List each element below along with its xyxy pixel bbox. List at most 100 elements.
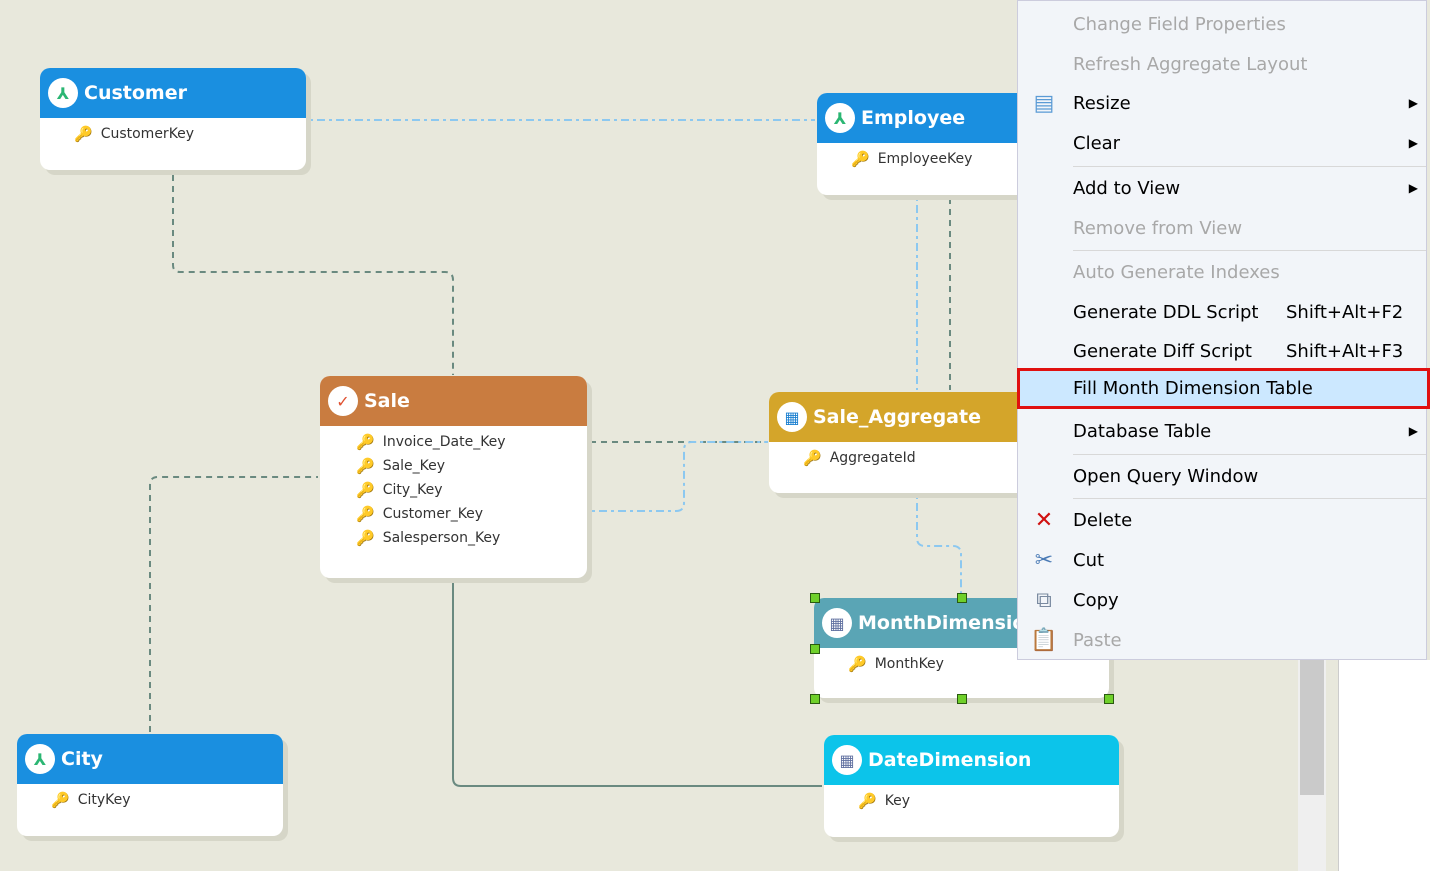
menu-label: Generate Diff Script (1073, 340, 1252, 362)
table-title: DateDimension (868, 749, 1032, 771)
resize-icon: ▤ (1033, 90, 1055, 116)
table-title: Customer (84, 82, 187, 104)
paste-icon: 📋 (1030, 627, 1058, 653)
field: EmployeeKey (877, 151, 973, 167)
foreign-key-icon: 🔑 (356, 505, 375, 523)
table-customer[interactable]: ⅄ Customer 🔑 CustomerKey (40, 68, 306, 170)
table-sale-aggregate[interactable]: ▦ Sale_Aggregate 🔑 AggregateId (769, 392, 1059, 493)
table-title: City (61, 748, 103, 770)
field: City_Key (382, 482, 443, 498)
resize-handle[interactable] (810, 593, 820, 603)
menu-shortcut: Shift+Alt+F3 (1286, 340, 1404, 362)
resize-handle[interactable] (810, 694, 820, 704)
cut-icon: ✂ (1034, 547, 1054, 573)
menu-label: Paste (1073, 629, 1122, 651)
key-icon: 🔑 (356, 433, 375, 451)
fact-icon: ✓ (328, 386, 358, 416)
connector-aggregate-month (916, 496, 962, 596)
menu-item-delete[interactable]: ✕ Delete (1018, 501, 1426, 539)
menu-label: Clear (1073, 132, 1121, 154)
menu-item-remove-from-view[interactable]: Remove from View (1018, 209, 1426, 247)
menu-separator (1073, 250, 1426, 251)
delete-icon: ✕ (1034, 507, 1054, 533)
submenu-arrow-icon: ▶ (1408, 424, 1418, 438)
field: Key (884, 793, 911, 809)
dimension-icon: ⅄ (825, 103, 855, 133)
key-icon: 🔑 (848, 655, 867, 673)
menu-label: Auto Generate Indexes (1073, 261, 1280, 283)
menu-separator (1073, 166, 1426, 167)
aggregate-icon: ▦ (777, 402, 807, 432)
menu-label: Copy (1073, 589, 1119, 611)
submenu-arrow-icon: ▶ (1408, 96, 1418, 110)
menu-label: Generate DDL Script (1073, 301, 1259, 323)
field: CityKey (77, 792, 131, 808)
copy-icon: ⧉ (1036, 587, 1052, 613)
menu-label: Cut (1073, 549, 1105, 571)
menu-label: Database Table (1073, 420, 1212, 442)
key-icon: 🔑 (858, 792, 877, 810)
menu-label: Remove from View (1073, 217, 1243, 239)
resize-handle[interactable] (957, 694, 967, 704)
menu-item-fill-month-dimension-table[interactable]: Fill Month Dimension Table (1017, 368, 1430, 409)
menu-label: Resize (1073, 92, 1131, 114)
menu-label: Open Query Window (1073, 465, 1259, 487)
key-icon: 🔑 (356, 457, 375, 475)
side-panel (1338, 660, 1430, 871)
menu-label: Refresh Aggregate Layout (1073, 53, 1308, 75)
resize-handle[interactable] (1104, 694, 1114, 704)
table-title: Sale (364, 390, 410, 412)
field: CustomerKey (100, 126, 195, 142)
menu-item-cut[interactable]: ✂ Cut (1018, 541, 1426, 579)
field: Invoice_Date_Key (382, 434, 506, 450)
table-date-dimension[interactable]: ▦ DateDimension 🔑 Key (824, 735, 1119, 837)
menu-item-open-query-window[interactable]: Open Query Window (1018, 457, 1426, 495)
table-sale[interactable]: ✓ Sale 🔑 Invoice_Date_Key 🔑 Sale_Key 🔑 City_… (320, 376, 587, 578)
scrollbar-thumb[interactable] (1300, 660, 1324, 795)
menu-separator (1073, 498, 1426, 499)
foreign-key-icon: 🔑 (356, 529, 375, 547)
submenu-arrow-icon: ▶ (1408, 181, 1418, 195)
menu-item-clear[interactable]: Clear ▶ (1018, 124, 1426, 162)
table-title: Employee (861, 107, 966, 129)
key-icon: 🔑 (803, 449, 822, 467)
resize-handle[interactable] (957, 593, 967, 603)
menu-item-auto-generate-indexes[interactable]: Auto Generate Indexes (1018, 253, 1426, 291)
dimension-icon: ⅄ (25, 744, 55, 774)
calendar-icon: ▦ (832, 745, 862, 775)
connector-city-sale (149, 476, 318, 732)
menu-shortcut: Shift+Alt+F2 (1286, 301, 1404, 323)
key-icon: 🔑 (851, 150, 870, 168)
connector-sale-date (452, 580, 822, 787)
table-city[interactable]: ⅄ City 🔑 CityKey (17, 734, 283, 836)
menu-separator (1073, 454, 1426, 455)
key-icon: 🔑 (51, 791, 70, 809)
connector-customer-sale (172, 175, 454, 375)
menu-item-paste[interactable]: 📋 Paste (1018, 621, 1426, 659)
menu-item-generate-ddl-script[interactable]: Generate DDL Script Shift+Alt+F2 (1018, 293, 1426, 331)
field: Customer_Key (382, 506, 484, 522)
key-icon: 🔑 (74, 125, 93, 143)
field: MonthKey (874, 656, 944, 672)
menu-label: Add to View (1073, 177, 1181, 199)
table-title: MonthDimension (858, 612, 1039, 634)
menu-label: Fill Month Dimension Table (1073, 378, 1313, 399)
connector-sale-aggregate-2 (592, 441, 768, 512)
menu-item-add-to-view[interactable]: Add to View ▶ (1018, 169, 1426, 207)
menu-item-generate-diff-script[interactable]: Generate Diff Script Shift+Alt+F3 (1018, 332, 1426, 370)
context-menu: Change Field Properties Refresh Aggregat… (1017, 0, 1430, 660)
resize-handle[interactable] (810, 644, 820, 654)
field: Salesperson_Key (382, 530, 501, 546)
foreign-key-icon: 🔑 (356, 481, 375, 499)
menu-item-copy[interactable]: ⧉ Copy (1018, 581, 1426, 619)
menu-item-database-table[interactable]: Database Table ▶ (1018, 412, 1426, 450)
submenu-arrow-icon: ▶ (1408, 136, 1418, 150)
menu-item-resize[interactable]: ▤ Resize ▶ (1018, 84, 1426, 122)
menu-item-change-field-properties[interactable]: Change Field Properties (1018, 5, 1426, 43)
menu-label: Delete (1073, 509, 1133, 531)
calendar-icon: ▦ (822, 608, 852, 638)
table-title: Sale_Aggregate (813, 406, 981, 428)
menu-item-refresh-aggregate-layout[interactable]: Refresh Aggregate Layout (1018, 45, 1426, 83)
field: Sale_Key (382, 458, 446, 474)
menu-label: Change Field Properties (1073, 13, 1286, 35)
